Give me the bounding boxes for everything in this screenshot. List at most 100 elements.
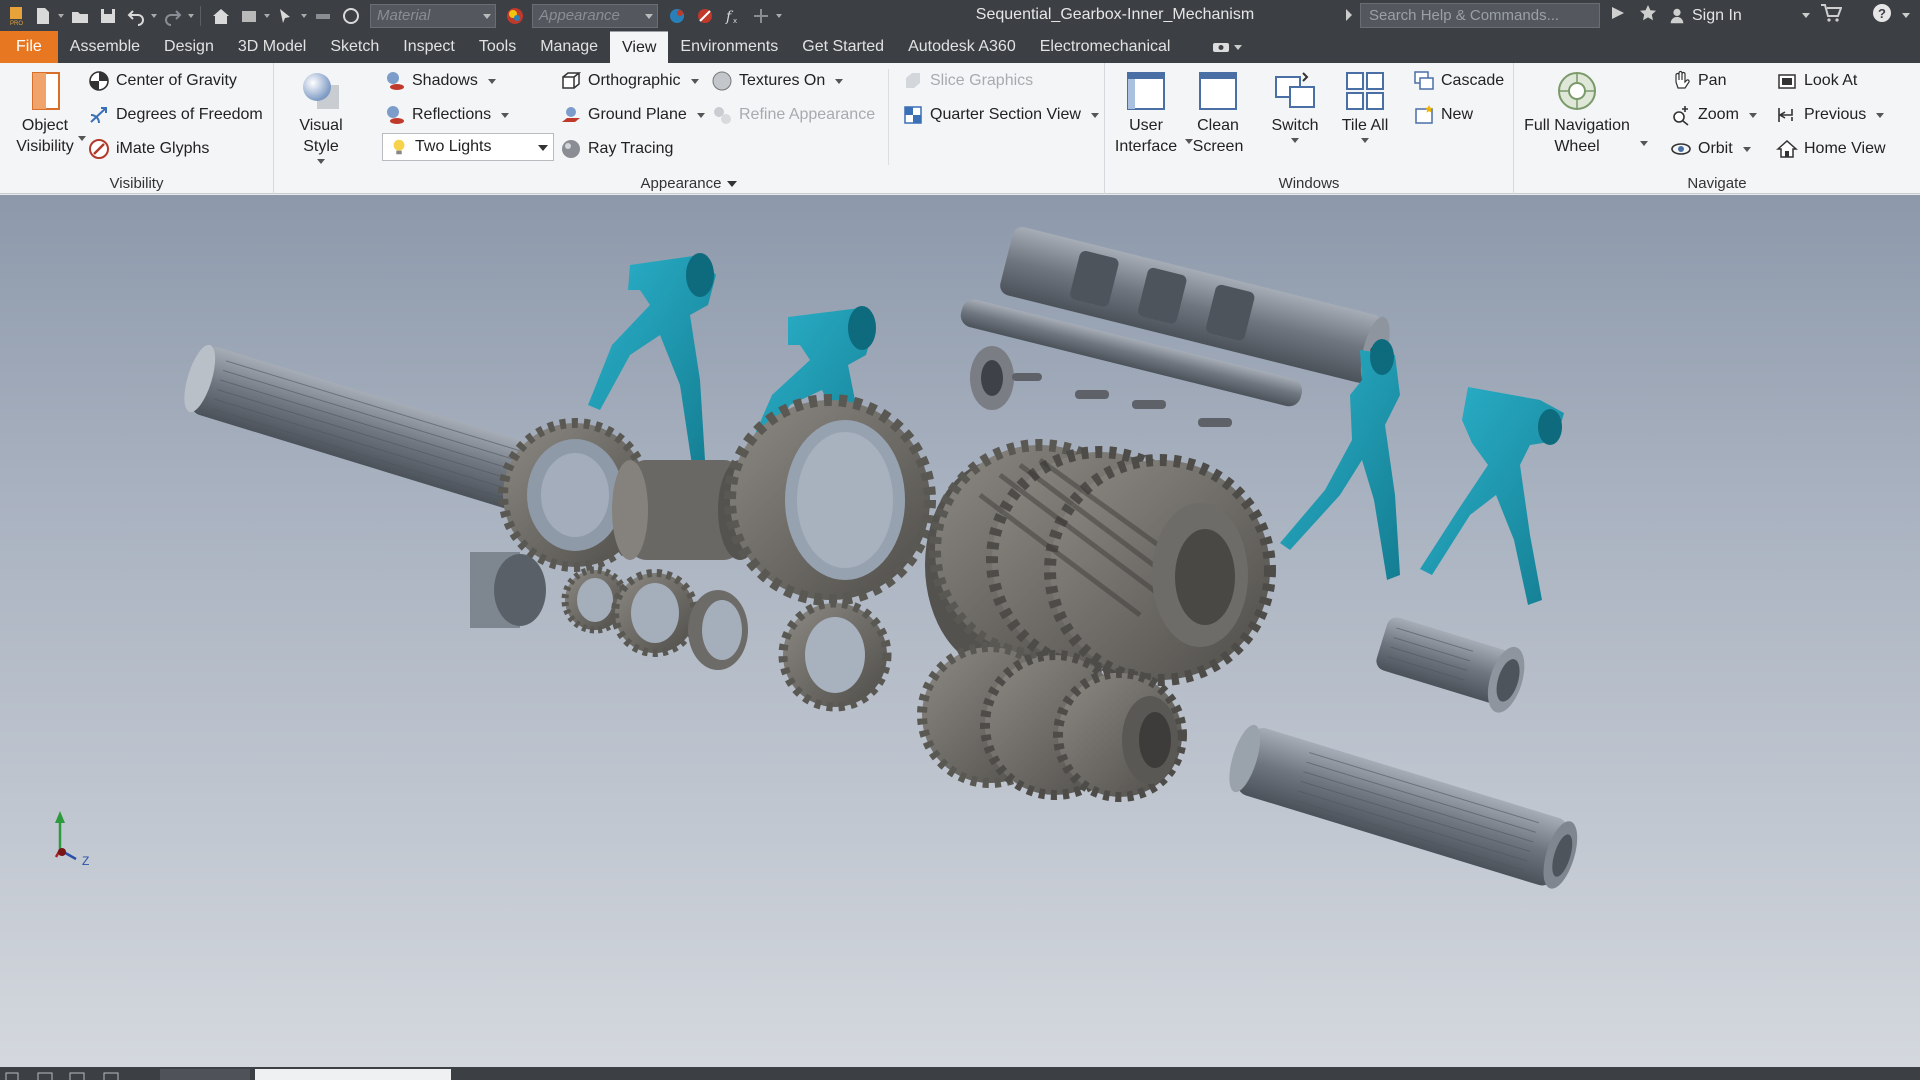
- lighting-style-select[interactable]: Two Lights: [382, 133, 554, 161]
- tab-sketch[interactable]: Sketch: [318, 31, 391, 63]
- ray-tracing-button[interactable]: Ray Tracing: [560, 134, 673, 164]
- search-help-input[interactable]: Search Help & Commands...: [1360, 3, 1600, 28]
- document-tab-inactive[interactable]: [160, 1069, 250, 1080]
- undo-icon[interactable]: [123, 3, 149, 29]
- cart-icon[interactable]: [1820, 3, 1843, 28]
- help-icon[interactable]: ?: [1872, 3, 1892, 28]
- shift-fork-4[interactable]: [1420, 387, 1564, 605]
- lighting-style-value: Two Lights: [415, 138, 492, 155]
- navigate-panel: Full Navigation Wheel Pan Zoom Orbit Loo…: [1514, 63, 1920, 194]
- cascade-button[interactable]: Cascade: [1413, 66, 1504, 96]
- navigation-wheel-dropdown[interactable]: [1640, 141, 1648, 146]
- new-dropdown[interactable]: [56, 3, 65, 29]
- user-interface-button[interactable]: User Interface: [1115, 69, 1177, 157]
- shadows-button[interactable]: Shadows: [384, 66, 496, 96]
- plus-icon[interactable]: [748, 3, 774, 29]
- switch-button[interactable]: Switch: [1265, 69, 1325, 143]
- user-icon: [1670, 8, 1684, 23]
- undo-dropdown[interactable]: [149, 3, 158, 29]
- update-icon[interactable]: [236, 3, 262, 29]
- object-visibility-dropdown[interactable]: [78, 136, 86, 141]
- reflections-button[interactable]: Reflections: [384, 100, 510, 130]
- spacer-ring[interactable]: [688, 590, 748, 670]
- refine-appearance-button[interactable]: Refine Appearance: [711, 100, 875, 130]
- appearance-sphere-icon[interactable]: [502, 3, 528, 29]
- tab-design[interactable]: Design: [152, 31, 226, 63]
- tab-file[interactable]: File: [0, 31, 58, 63]
- favorites-star-icon[interactable]: [1638, 3, 1658, 28]
- tab-manage[interactable]: Manage: [528, 31, 610, 63]
- tab-assemble[interactable]: Assemble: [58, 31, 152, 63]
- tab-view[interactable]: View: [610, 31, 669, 63]
- appearance-selector[interactable]: Appearance: [532, 3, 658, 28]
- home-view-button[interactable]: Home View: [1776, 134, 1886, 164]
- adjust-appearance-icon[interactable]: [664, 3, 690, 29]
- measure-icon[interactable]: [310, 3, 336, 29]
- select-dropdown[interactable]: [299, 3, 308, 29]
- home-icon[interactable]: [208, 3, 234, 29]
- center-of-gravity-button[interactable]: Center of Gravity: [88, 66, 237, 96]
- open-icon[interactable]: [67, 3, 93, 29]
- graphics-viewport[interactable]: Z: [0, 195, 1920, 1067]
- save-icon[interactable]: [95, 3, 121, 29]
- appearance-panel-title[interactable]: Appearance: [274, 175, 1104, 192]
- document-tab-active[interactable]: [255, 1069, 451, 1080]
- select-icon[interactable]: [273, 3, 299, 29]
- global-icon[interactable]: [338, 3, 364, 29]
- help-dropdown[interactable]: [1901, 13, 1910, 18]
- clean-screen-button[interactable]: Clean Screen: [1187, 69, 1249, 157]
- tab-3d-model[interactable]: 3D Model: [226, 31, 318, 63]
- quarter-section-view-button[interactable]: Quarter Section View: [902, 100, 1099, 130]
- tile-all-button[interactable]: Tile All: [1335, 69, 1395, 143]
- ribbon-display-toggle[interactable]: [1212, 31, 1243, 63]
- layout-icons[interactable]: [4, 1069, 124, 1080]
- imate-glyphs-button[interactable]: iMate Glyphs: [88, 134, 209, 164]
- full-navigation-wheel-button[interactable]: Full Navigation Wheel: [1524, 69, 1630, 157]
- tab-tools[interactable]: Tools: [467, 31, 528, 63]
- gearbox-3d-scene[interactable]: Z: [0, 195, 1920, 1067]
- degrees-of-freedom-button[interactable]: Degrees of Freedom: [88, 100, 263, 130]
- textures-on-button[interactable]: Textures On: [711, 66, 844, 96]
- view-triad[interactable]: Z: [54, 811, 89, 868]
- tab-autodesk-a360[interactable]: Autodesk A360: [896, 31, 1028, 63]
- new-file-icon[interactable]: [30, 3, 56, 29]
- tab-electromechanical[interactable]: Electromechanical: [1028, 31, 1183, 63]
- orbit-icon: [1671, 143, 1691, 155]
- output-shaft[interactable]: [1223, 721, 1584, 892]
- zoom-button[interactable]: Zoom: [1670, 100, 1757, 130]
- ground-plane-button[interactable]: Ground Plane: [560, 100, 705, 130]
- redo-dropdown[interactable]: [186, 3, 195, 29]
- previous-view-button[interactable]: Previous: [1776, 100, 1885, 130]
- sign-in-button[interactable]: Sign In: [1668, 7, 1742, 25]
- orbit-button[interactable]: Orbit: [1670, 134, 1751, 164]
- update-dropdown[interactable]: [262, 3, 271, 29]
- slice-graphics-button[interactable]: Slice Graphics: [902, 66, 1033, 96]
- tab-get-started[interactable]: Get Started: [790, 31, 896, 63]
- tab-inspect[interactable]: Inspect: [391, 31, 467, 63]
- tab-environments[interactable]: Environments: [668, 31, 790, 63]
- visual-style-button[interactable]: Visual Style: [284, 69, 358, 164]
- output-sleeve[interactable]: [1372, 609, 1532, 717]
- orthographic-button[interactable]: Orthographic: [560, 66, 699, 96]
- parameters-icon[interactable]: fx: [720, 3, 746, 29]
- material-selector[interactable]: Material: [370, 3, 496, 28]
- look-at-button[interactable]: Look At: [1776, 66, 1857, 96]
- gear-lower-mid[interactable]: [778, 598, 892, 712]
- app-logo-icon[interactable]: PRO: [4, 3, 28, 29]
- customize-qat-dropdown[interactable]: [774, 3, 783, 29]
- chevron-right-icon[interactable]: [1346, 9, 1352, 21]
- main-gear-stack[interactable]: [925, 439, 1276, 686]
- clear-appearance-icon[interactable]: [692, 3, 718, 29]
- gear-large-mid[interactable]: [724, 394, 936, 606]
- redo-icon[interactable]: [160, 3, 186, 29]
- short-sleeve-left[interactable]: [470, 552, 546, 628]
- sign-in-dropdown[interactable]: [1801, 13, 1810, 18]
- small-gear-2[interactable]: [611, 569, 699, 657]
- new-window-button[interactable]: New: [1413, 100, 1473, 130]
- pan-button[interactable]: Pan: [1670, 66, 1726, 96]
- slice-graphics-icon: [906, 73, 920, 88]
- infocenter-icon[interactable]: [1608, 3, 1628, 28]
- svg-text:PRO: PRO: [10, 21, 23, 26]
- input-shaft[interactable]: [178, 341, 545, 514]
- object-visibility-button[interactable]: Object Visibility: [10, 69, 80, 157]
